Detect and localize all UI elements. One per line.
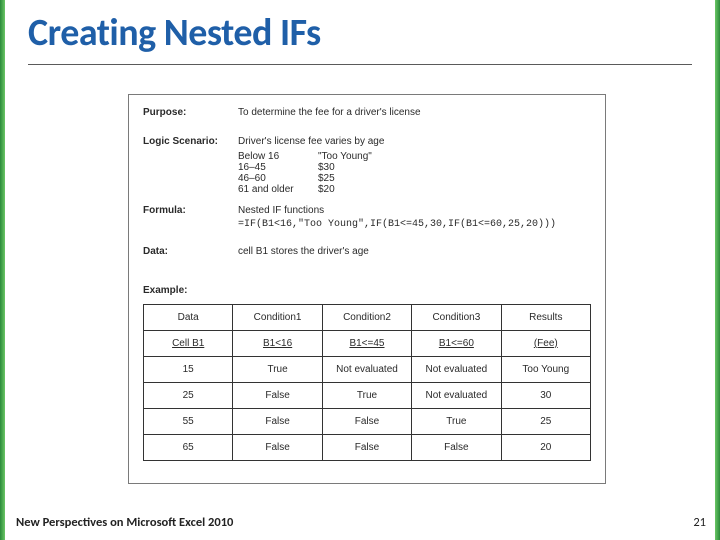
th-results: Results	[501, 305, 590, 331]
cell: 15	[144, 357, 233, 383]
scenario-v1: $30	[318, 162, 335, 173]
cell: True	[412, 409, 501, 435]
footer-text: New Perspectives on Microsoft Excel 2010	[16, 515, 233, 530]
table-row: 65 False False False 20	[144, 435, 591, 461]
cell: True	[233, 357, 322, 383]
scenario-k3: 61 and older	[238, 184, 318, 195]
sub-results: (Fee)	[501, 331, 590, 357]
slide-left-edge	[0, 0, 5, 540]
scenario-k0: Below 16	[238, 151, 318, 162]
slide-right-edge	[715, 0, 720, 540]
th-cond1: Condition1	[233, 305, 322, 331]
page-number: 21	[693, 515, 706, 530]
formula-row: Formula: Nested IF functions	[143, 205, 591, 216]
th-cond2: Condition2	[322, 305, 411, 331]
cell: False	[233, 409, 322, 435]
cell: True	[322, 383, 411, 409]
scenario-k2: 46–60	[238, 173, 318, 184]
scenario-k1: 16–45	[238, 162, 318, 173]
sub-cond2: B1<=45	[322, 331, 411, 357]
scenario-lead: Driver's license fee varies by age	[238, 136, 591, 147]
formula-line1: Nested IF functions	[238, 205, 591, 216]
cell: False	[233, 383, 322, 409]
cell: False	[233, 435, 322, 461]
cell: False	[412, 435, 501, 461]
cell: False	[322, 435, 411, 461]
formula-label: Formula:	[143, 205, 238, 216]
scenario-v3: $20	[318, 184, 335, 195]
cell: Too Young	[501, 357, 590, 383]
slide-title: Creating Nested IFs	[28, 10, 321, 56]
sub-cond1: B1<16	[233, 331, 322, 357]
cell: False	[322, 409, 411, 435]
cell: 65	[144, 435, 233, 461]
cell: 55	[144, 409, 233, 435]
scenario-lines: Below 16"Too Young" 16–45$30 46–60$25 61…	[238, 151, 591, 195]
example-table: Data Condition1 Condition2 Condition3 Re…	[143, 304, 591, 461]
table-row: 25 False True Not evaluated 30	[144, 383, 591, 409]
cell: Not evaluated	[412, 383, 501, 409]
data-label: Data:	[143, 246, 238, 257]
title-underline	[28, 64, 692, 65]
purpose-text: To determine the fee for a driver's lice…	[238, 107, 591, 118]
cell: 20	[501, 435, 590, 461]
sub-cond3: B1<=60	[412, 331, 501, 357]
scenario-row: Logic Scenario: Driver's license fee var…	[143, 136, 591, 147]
scenario-label: Logic Scenario:	[143, 136, 238, 147]
scenario-v2: $25	[318, 173, 335, 184]
formula-code: =IF(B1<16,"Too Young",IF(B1<=45,30,IF(B1…	[238, 219, 591, 230]
cell: Not evaluated	[412, 357, 501, 383]
cell: Not evaluated	[322, 357, 411, 383]
purpose-row: Purpose: To determine the fee for a driv…	[143, 107, 591, 118]
table-header-row: Data Condition1 Condition2 Condition3 Re…	[144, 305, 591, 331]
example-label: Example:	[143, 285, 591, 296]
cell: 30	[501, 383, 590, 409]
data-text: cell B1 stores the driver's age	[238, 246, 591, 257]
table-row: 55 False False True 25	[144, 409, 591, 435]
table-row: 15 True Not evaluated Not evaluated Too …	[144, 357, 591, 383]
scenario-v0: "Too Young"	[318, 151, 372, 162]
sub-data: Cell B1	[144, 331, 233, 357]
nested-if-figure: Purpose: To determine the fee for a driv…	[128, 94, 606, 484]
cell: 25	[144, 383, 233, 409]
cell: 25	[501, 409, 590, 435]
purpose-label: Purpose:	[143, 107, 238, 118]
data-row: Data: cell B1 stores the driver's age	[143, 246, 591, 257]
th-data: Data	[144, 305, 233, 331]
table-subheader-row: Cell B1 B1<16 B1<=45 B1<=60 (Fee)	[144, 331, 591, 357]
th-cond3: Condition3	[412, 305, 501, 331]
